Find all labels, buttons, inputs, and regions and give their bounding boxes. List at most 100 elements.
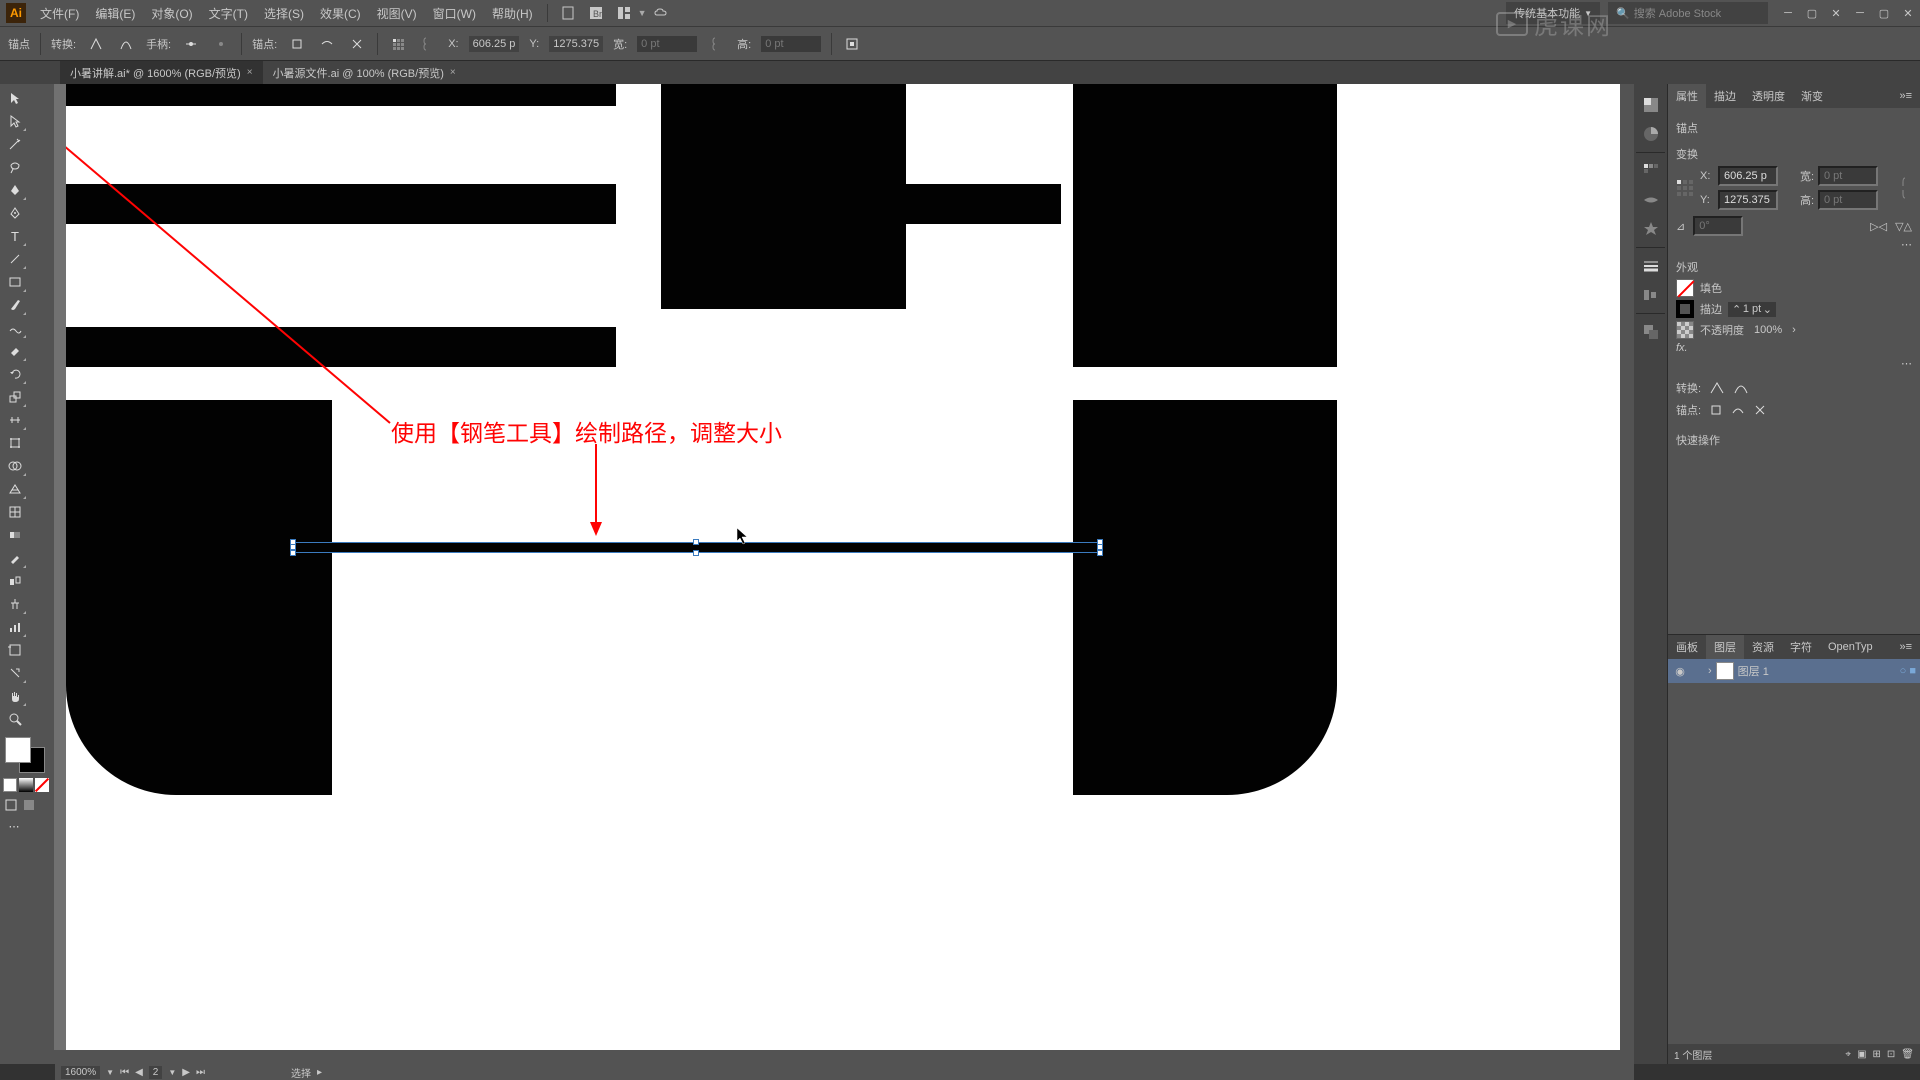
tab-artboards[interactable]: 画板 <box>1668 635 1706 659</box>
symbol-sprayer-tool[interactable] <box>3 593 27 615</box>
connect-anchor-btn[interactable] <box>1731 403 1745 417</box>
zoom-level[interactable]: 1600% <box>61 1066 100 1079</box>
menu-window[interactable]: 窗口(W) <box>425 1 484 26</box>
y-field[interactable]: 1275.375 <box>549 36 603 52</box>
prop-h-field[interactable] <box>1818 190 1878 210</box>
slice-tool[interactable] <box>3 662 27 684</box>
isolate-icon[interactable] <box>842 34 862 54</box>
artboard[interactable]: 使用【钢笔工具】绘制路径，调整大小 <box>66 84 1620 1050</box>
zoom-dropdown-icon[interactable]: ▼ <box>106 1068 114 1077</box>
child-maximize[interactable]: ▢ <box>1800 3 1824 23</box>
screen-mode-full[interactable] <box>21 797 37 813</box>
artboard-number[interactable]: 2 <box>149 1066 163 1079</box>
menu-type[interactable]: 文字(T) <box>201 1 256 26</box>
screen-mode-normal[interactable] <box>3 797 19 813</box>
selected-path[interactable] <box>294 543 1099 552</box>
opacity-swatch[interactable] <box>1676 321 1694 339</box>
symbols-panel-icon[interactable] <box>1636 215 1666 243</box>
minimize-button[interactable]: ─ <box>1848 3 1872 23</box>
pathfinder-panel-icon[interactable] <box>1636 318 1666 346</box>
selection-handle[interactable] <box>1097 550 1103 556</box>
menu-object[interactable]: 对象(O) <box>143 1 200 26</box>
edit-toolbar[interactable]: ⋯ <box>3 818 25 834</box>
graph-tool[interactable] <box>3 616 27 638</box>
reference-point-widget[interactable] <box>1676 179 1694 197</box>
perspective-tool[interactable] <box>3 478 27 500</box>
tab-opentype[interactable]: OpenTyp <box>1820 637 1881 657</box>
delete-layer-icon[interactable]: 🗑 <box>1901 1049 1914 1060</box>
stroke-weight-field[interactable]: ⌃1 pt⌄ <box>1728 302 1776 317</box>
new-layer-icon[interactable]: ⊡ <box>1887 1049 1895 1060</box>
child-minimize[interactable]: ─ <box>1776 3 1800 23</box>
stroke-panel-icon[interactable] <box>1636 252 1666 280</box>
horizontal-scrollbar[interactable] <box>54 1050 1634 1064</box>
new-sublayer-icon[interactable]: ⊞ <box>1873 1049 1881 1060</box>
opacity-value[interactable]: 100% <box>1754 324 1782 336</box>
locate-layer-icon[interactable]: ⌖ <box>1845 1049 1851 1060</box>
expand-icon[interactable]: › <box>1708 665 1712 677</box>
stroke-swatch[interactable] <box>1676 300 1694 318</box>
cut-path-icon[interactable] <box>347 34 367 54</box>
close-icon[interactable]: × <box>450 67 456 78</box>
zoom-tool[interactable] <box>3 708 27 730</box>
shape-builder-tool[interactable] <box>3 455 27 477</box>
flip-v-icon[interactable]: ▽△ <box>1895 220 1912 233</box>
maximize-button[interactable]: ▢ <box>1872 3 1896 23</box>
gradient-tool[interactable] <box>3 524 27 546</box>
w-field[interactable]: 0 pt <box>637 36 697 52</box>
width-tool[interactable] <box>3 409 27 431</box>
tab-inactive[interactable]: 小暑源文件.ai @ 100% (RGB/预览) × <box>263 61 466 85</box>
link-wh2-icon[interactable] <box>707 34 727 54</box>
status-menu-icon[interactable]: ▸ <box>317 1067 322 1078</box>
flip-h-icon[interactable]: ▷◁ <box>1870 220 1887 233</box>
line-tool[interactable] <box>3 248 27 270</box>
paintbrush-tool[interactable] <box>3 294 27 316</box>
convert-corner-icon[interactable] <box>86 34 106 54</box>
selection-handle[interactable] <box>693 550 699 556</box>
remove-anchor-btn[interactable] <box>1709 403 1723 417</box>
eraser-tool[interactable] <box>3 340 27 362</box>
color-mode-solid[interactable] <box>3 778 17 792</box>
pen-tool[interactable] <box>3 179 27 201</box>
brushes-panel-icon[interactable] <box>1636 186 1666 214</box>
menu-help[interactable]: 帮助(H) <box>484 1 541 26</box>
tab-transparency[interactable]: 透明度 <box>1744 84 1793 108</box>
layer-name[interactable]: 图层 1 <box>1738 663 1769 679</box>
menu-effect[interactable]: 效果(C) <box>312 1 369 26</box>
tab-stroke[interactable]: 描边 <box>1706 84 1744 108</box>
tab-layers[interactable]: 图层 <box>1706 635 1744 659</box>
handle-show-icon[interactable] <box>181 34 201 54</box>
visibility-icon[interactable]: ◉ <box>1672 665 1688 678</box>
blend-tool[interactable] <box>3 570 27 592</box>
menu-select[interactable]: 选择(S) <box>256 1 312 26</box>
artboard-dropdown-icon[interactable]: ▼ <box>168 1068 176 1077</box>
fill-color[interactable] <box>5 737 31 763</box>
child-close[interactable]: ✕ <box>1824 3 1848 23</box>
close-button[interactable]: ✕ <box>1896 3 1920 23</box>
panel-menu-icon[interactable]: »≡ <box>1891 86 1920 106</box>
workspace-switcher[interactable]: 传统基本功能 ▼ <box>1506 2 1600 24</box>
convert-corner-btn[interactable] <box>1709 381 1725 395</box>
panel-menu-icon[interactable]: »≡ <box>1891 637 1920 657</box>
artboard-tool[interactable] <box>3 639 27 661</box>
fill-swatch[interactable] <box>1676 279 1694 297</box>
type-tool[interactable]: T <box>3 225 27 247</box>
swatches-panel-icon[interactable] <box>1636 157 1666 185</box>
first-artboard-icon[interactable]: ⏮ <box>120 1067 129 1078</box>
h-field[interactable]: 0 pt <box>761 36 821 52</box>
tab-properties[interactable]: 属性 <box>1668 84 1706 108</box>
tab-active[interactable]: 小暑讲解.ai* @ 1600% (RGB/预览) × <box>60 61 263 85</box>
layer-row[interactable]: ◉ › 图层 1 ○ ■ <box>1668 659 1920 683</box>
color-mode-gradient[interactable] <box>19 778 33 792</box>
vertical-scrollbar[interactable] <box>1620 84 1634 1050</box>
search-stock[interactable]: 🔍 搜索 Adobe Stock <box>1608 2 1768 24</box>
close-icon[interactable]: × <box>247 67 253 78</box>
prev-artboard-icon[interactable]: ◀ <box>135 1067 143 1078</box>
menu-edit[interactable]: 编辑(E) <box>87 1 143 26</box>
selection-handle[interactable] <box>290 550 296 556</box>
link-wh-icon[interactable] <box>1902 174 1912 202</box>
tab-glyphs[interactable]: 字符 <box>1782 635 1820 659</box>
curvature-tool[interactable] <box>3 202 27 224</box>
hand-tool[interactable] <box>3 685 27 707</box>
convert-smooth-icon[interactable] <box>116 34 136 54</box>
